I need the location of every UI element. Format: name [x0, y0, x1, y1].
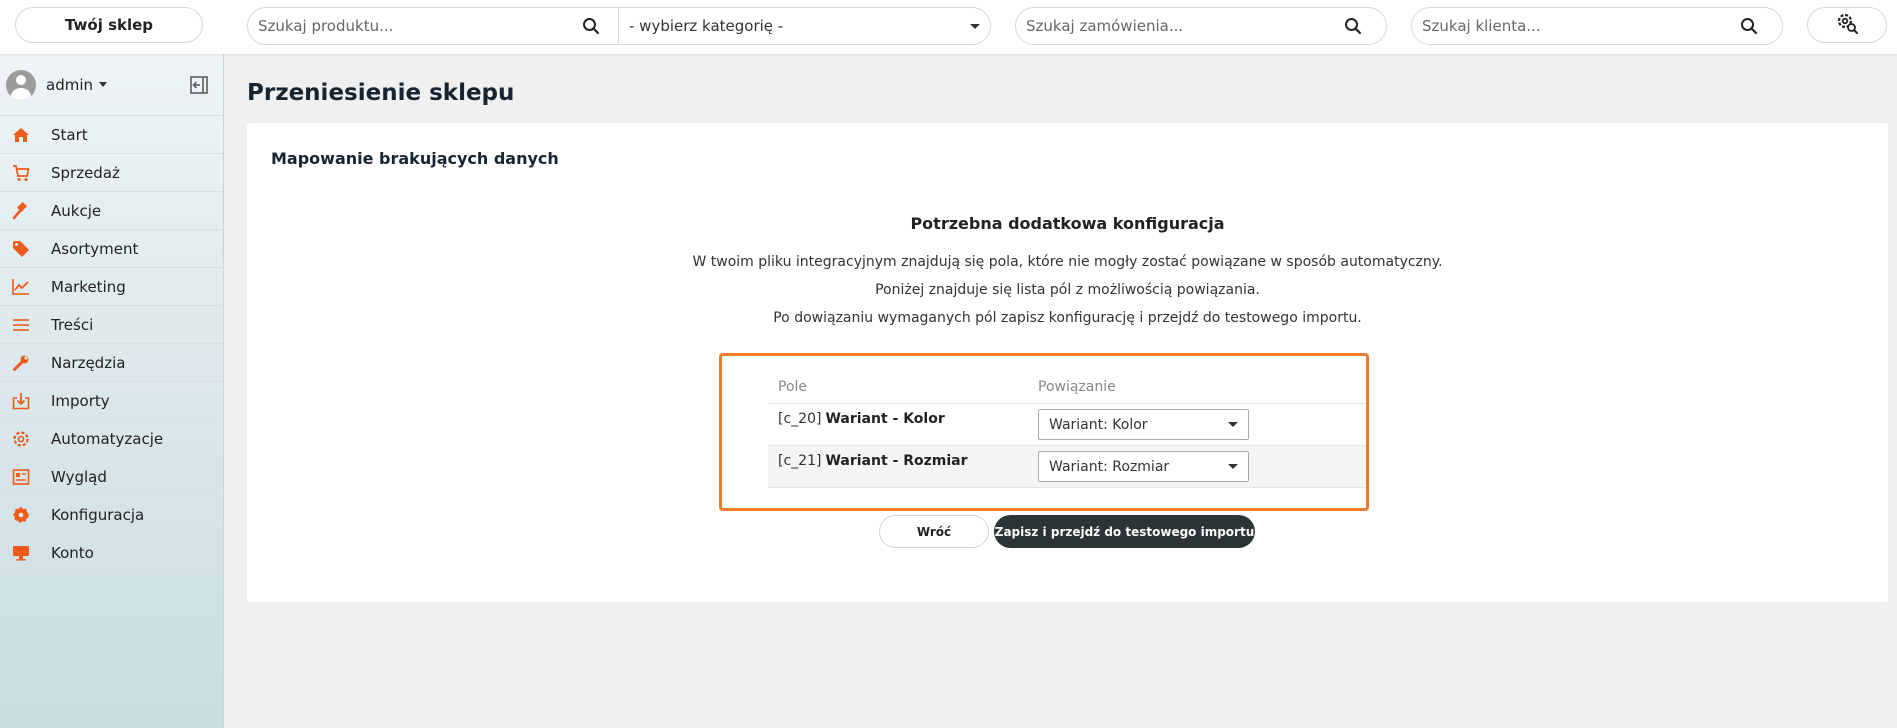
sidebar-nav: Start Sprzedaż Aukcje Asortyment Marketi…: [0, 116, 223, 572]
binding-select-value: Wariant: Rozmiar: [1049, 458, 1170, 475]
sidebar-item-assortment[interactable]: Asortyment: [0, 230, 223, 268]
info-line: Poniżej znajduje się lista pól z możliwo…: [875, 282, 1260, 298]
chevron-down-icon: [970, 23, 980, 29]
sidebar-item-automations[interactable]: Automatyzacje: [0, 420, 223, 458]
top-bar: Twój sklep - wybierz kategorię -: [0, 0, 1897, 54]
field-name: Wariant - Rozmiar: [825, 453, 968, 469]
card-title: Mapowanie brakujących danych: [271, 149, 559, 168]
order-search-input[interactable]: [1016, 17, 1336, 35]
sidebar-item-label: Automatyzacje: [51, 429, 164, 448]
sidebar: admin Start Sprzedaż Aukcje Asortyment M…: [0, 54, 224, 728]
monitor-icon: [12, 544, 30, 562]
chevron-down-icon: [1228, 422, 1238, 427]
field-code: [c_20]: [778, 411, 822, 427]
sidebar-item-tools[interactable]: Narzędzia: [0, 344, 223, 382]
sidebar-item-label: Aukcje: [51, 201, 102, 220]
collapse-sidebar-icon[interactable]: [190, 76, 208, 94]
tag-icon: [12, 240, 30, 258]
sidebar-item-label: Importy: [51, 391, 110, 410]
gavel-icon: [12, 201, 30, 220]
column-header-field: Pole: [778, 378, 808, 395]
chart-line-icon: [12, 278, 30, 296]
layout-icon: [12, 468, 30, 486]
mapping-table: Pole Powiązanie [c_20] Wariant - Kolor Wa…: [768, 370, 1366, 488]
wrench-icon: [12, 354, 30, 372]
automation-gear-icon: [12, 430, 30, 448]
info-line: Po dowiązaniu wymaganych pól zapisz konf…: [773, 310, 1362, 326]
order-search-group: [1015, 7, 1387, 45]
product-search-group: - wybierz kategorię -: [247, 7, 991, 45]
sidebar-item-label: Asortyment: [51, 239, 139, 258]
sidebar-item-auctions[interactable]: Aukcje: [0, 192, 223, 230]
settings-search-button[interactable]: [1807, 7, 1887, 43]
sidebar-item-appearance[interactable]: Wygląd: [0, 458, 223, 496]
sidebar-item-label: Konfiguracja: [51, 505, 145, 524]
search-icon[interactable]: [574, 8, 608, 44]
table-row: [c_21] Wariant - Rozmiar Wariant: Rozmiar: [768, 446, 1366, 488]
search-icon[interactable]: [1336, 8, 1370, 44]
sidebar-item-label: Wygląd: [51, 467, 107, 486]
sidebar-item-label: Konto: [51, 543, 94, 562]
binding-select[interactable]: Wariant: Kolor: [1038, 409, 1249, 440]
avatar: [6, 69, 36, 100]
sidebar-item-label: Marketing: [51, 277, 126, 296]
content-card: Mapowanie brakujących danych Potrzebna d…: [247, 123, 1888, 602]
search-icon[interactable]: [1732, 8, 1766, 44]
gear-search-icon: [1835, 11, 1859, 39]
user-menu[interactable]: admin: [0, 54, 223, 116]
column-header-binding: Powiązanie: [1038, 378, 1116, 395]
sidebar-item-sales[interactable]: Sprzedaż: [0, 154, 223, 192]
category-select-value: - wybierz kategorię -: [629, 17, 784, 35]
gear-icon: [12, 506, 30, 524]
back-button[interactable]: Wróć: [879, 515, 989, 548]
info-line: W twoim pliku integracyjnym znajdują się…: [692, 254, 1443, 270]
binding-select[interactable]: Wariant: Rozmiar: [1038, 451, 1249, 482]
home-icon: [12, 126, 30, 144]
product-search-input[interactable]: [248, 17, 574, 35]
sidebar-item-label: Start: [51, 125, 88, 144]
sidebar-item-imports[interactable]: Importy: [0, 382, 223, 420]
sidebar-item-label: Treści: [51, 315, 94, 334]
binding-select-value: Wariant: Kolor: [1049, 416, 1148, 433]
user-name: admin: [46, 75, 93, 94]
sidebar-item-start[interactable]: Start: [0, 116, 223, 154]
sidebar-item-account[interactable]: Konto: [0, 534, 223, 572]
sidebar-item-configuration[interactable]: Konfiguracja: [0, 496, 223, 534]
page-title: Przeniesienie sklepu: [247, 80, 515, 106]
sidebar-item-label: Narzędzia: [51, 353, 126, 372]
sidebar-item-marketing[interactable]: Marketing: [0, 268, 223, 306]
cart-icon: [12, 164, 30, 182]
table-row: [c_20] Wariant - Kolor Wariant: Kolor: [768, 404, 1366, 446]
category-select[interactable]: - wybierz kategorię -: [619, 8, 990, 44]
import-icon: [12, 392, 30, 410]
lines-icon: [12, 316, 30, 334]
table-header: Pole Powiązanie: [768, 370, 1366, 404]
caret-down-icon: [99, 82, 107, 87]
sidebar-item-label: Sprzedaż: [51, 163, 120, 182]
field-code: [c_21]: [778, 453, 822, 469]
client-search-input[interactable]: [1412, 17, 1732, 35]
config-title: Potrzebna dodatkowa konfiguracja: [910, 214, 1225, 233]
sidebar-item-content[interactable]: Treści: [0, 306, 223, 344]
mapping-highlight-box: Pole Powiązanie [c_20] Wariant - Kolor Wa…: [719, 353, 1369, 511]
save-and-test-import-button[interactable]: Zapisz i przejdź do testowego importu: [994, 515, 1255, 548]
client-search-group: [1411, 7, 1783, 45]
field-name: Wariant - Kolor: [825, 411, 945, 427]
your-shop-button[interactable]: Twój sklep: [15, 7, 203, 43]
chevron-down-icon: [1228, 464, 1238, 469]
